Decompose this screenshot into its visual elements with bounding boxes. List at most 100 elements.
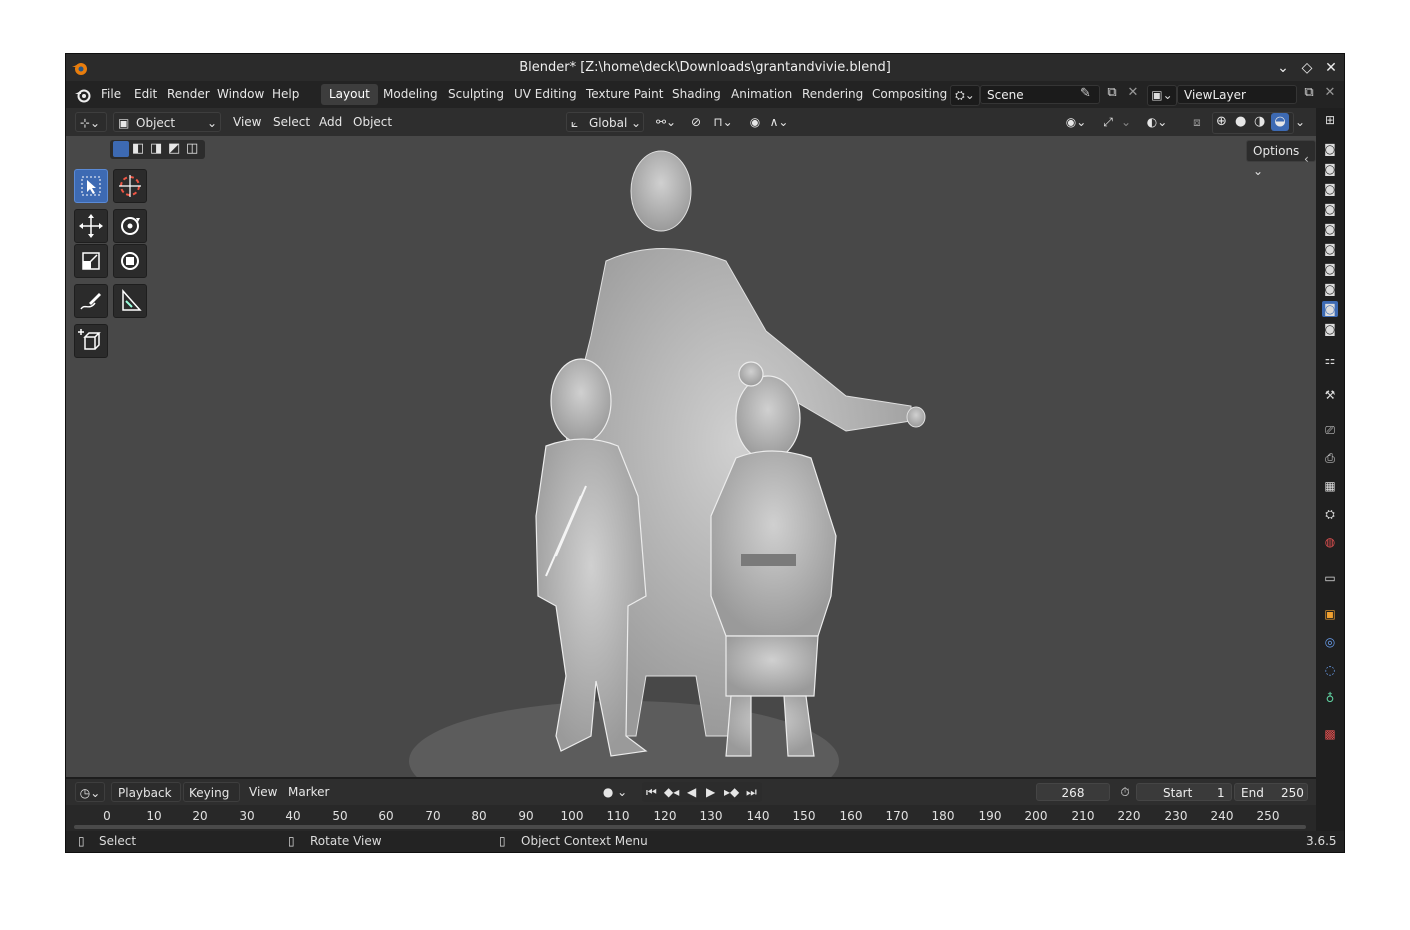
record-icon[interactable]: ● ⌄ <box>597 782 633 802</box>
3d-viewport[interactable]: ◧ ◨ ◩ ◫ Options ⌄ ‹ <box>66 136 1316 777</box>
viewport-menu-select[interactable]: Select <box>273 112 310 132</box>
modifier-icon[interactable]: ◎ <box>1322 634 1338 650</box>
menu-render[interactable]: Render <box>167 87 210 101</box>
tab-compositing[interactable]: Compositing <box>864 84 955 105</box>
tab-texture-paint[interactable]: Texture Paint <box>578 84 671 105</box>
view-layer-name-field[interactable]: ViewLayer <box>1177 85 1297 104</box>
new-scene-icon[interactable]: ⧉ <box>1103 85 1121 103</box>
editor-type-dropdown[interactable]: ⊹⌄ <box>75 112 107 132</box>
end-frame-field[interactable]: End 250 <box>1234 783 1308 801</box>
blender-menu-icon[interactable] <box>74 86 92 104</box>
editor-type-icon[interactable]: ⊞ <box>1322 112 1338 128</box>
snap-icon[interactable]: ⊘ <box>686 112 706 132</box>
texture-icon[interactable]: ▩ <box>1322 726 1338 742</box>
mode-dropdown[interactable]: ▣ Object Mode ⌄ <box>113 112 221 150</box>
material-shading-icon[interactable]: ◑ <box>1254 114 1265 129</box>
prev-keyframe-icon[interactable]: ◆◂ <box>664 782 679 802</box>
data-icon[interactable]: ♁ <box>1322 690 1338 706</box>
play-icon[interactable]: ▶ <box>706 782 715 802</box>
view-layer-selector-icon[interactable]: ▣⌄ <box>1147 85 1177 106</box>
sidebar-toggle-icon[interactable]: ‹ <box>1304 152 1309 166</box>
camera-icon[interactable]: ◙ <box>1322 301 1338 317</box>
camera-icon[interactable]: ◙ <box>1322 241 1338 257</box>
close-icon[interactable]: ✕ <box>1321 58 1341 78</box>
timeline-scrollbar[interactable] <box>74 825 1306 829</box>
viewport-menu-object[interactable]: Object <box>353 112 392 132</box>
add-cube-tool[interactable] <box>74 324 108 358</box>
snap-target-icon[interactable]: ⊓⌄ <box>708 112 738 132</box>
frame-ruler[interactable]: 0 10 20 30 40 50 60 70 80 90 100 110 120… <box>66 805 1316 831</box>
falloff-icon[interactable]: ∧⌄ <box>766 112 792 132</box>
tab-uv-editing[interactable]: UV Editing <box>506 84 585 105</box>
select-box-tool[interactable] <box>74 169 108 203</box>
tab-animation[interactable]: Animation <box>723 84 800 105</box>
viewport-menu-add[interactable]: Add <box>319 112 342 132</box>
timeline-menu-view[interactable]: View <box>249 782 277 802</box>
tab-shading[interactable]: Shading <box>664 84 729 105</box>
minimize-icon[interactable]: ⌄ <box>1273 58 1293 78</box>
chevron-down-icon[interactable]: ⌄ <box>1120 112 1132 132</box>
view-layer-icon[interactable]: ▦ <box>1322 478 1338 494</box>
start-frame-field[interactable]: Start 1 <box>1136 783 1232 801</box>
rendered-shading-icon[interactable]: ◒ <box>1271 113 1289 131</box>
jump-end-icon[interactable]: ⏭ <box>746 782 757 802</box>
select-subtract-icon[interactable]: ◨ <box>150 141 162 156</box>
next-keyframe-icon[interactable]: ▸◆ <box>724 782 739 802</box>
overlays-icon[interactable]: ◐⌄ <box>1142 112 1172 132</box>
viewport-menu-view[interactable]: View <box>233 112 261 132</box>
visibility-icon[interactable]: ◉⌄ <box>1061 112 1091 132</box>
camera-icon[interactable]: ◙ <box>1322 261 1338 277</box>
pin-icon[interactable]: ✎ <box>1080 86 1091 101</box>
output-icon[interactable]: ⎙ <box>1322 450 1338 466</box>
camera-icon[interactable]: ◙ <box>1322 141 1338 157</box>
shading-options-icon[interactable]: ⌄ <box>1292 112 1308 132</box>
play-reverse-icon[interactable]: ◀ <box>687 782 696 802</box>
select-intersect-icon[interactable]: ◫ <box>186 141 198 156</box>
wireframe-shading-icon[interactable]: ⊕ <box>1216 114 1227 129</box>
tool-settings-icon[interactable]: ⚏ <box>1322 352 1338 368</box>
character-model[interactable] <box>406 136 926 777</box>
select-new-icon[interactable] <box>113 141 129 157</box>
pivot-point-icon[interactable]: ⚯⌄ <box>652 112 680 132</box>
camera-icon[interactable]: ◙ <box>1322 321 1338 337</box>
annotate-tool[interactable] <box>74 284 108 318</box>
rotate-tool[interactable] <box>113 209 147 243</box>
tab-modeling[interactable]: Modeling <box>375 84 446 105</box>
current-frame-field[interactable]: 268 <box>1036 783 1110 801</box>
cursor-tool[interactable] <box>113 169 147 203</box>
playback-dropdown[interactable]: Playback ⌄ <box>111 782 181 820</box>
world-icon[interactable]: ◍ <box>1322 534 1338 550</box>
stopwatch-icon[interactable]: ⏱ <box>1116 782 1134 802</box>
timeline-menu-marker[interactable]: Marker <box>288 782 329 802</box>
camera-icon[interactable]: ◙ <box>1322 161 1338 177</box>
scale-tool[interactable] <box>74 244 108 278</box>
tab-layout[interactable]: Layout <box>321 84 378 105</box>
solid-shading-icon[interactable]: ● <box>1235 114 1246 129</box>
menu-file[interactable]: File <box>101 87 121 101</box>
delete-view-layer-icon[interactable]: ✕ <box>1321 85 1339 103</box>
select-invert-icon[interactable]: ◩ <box>168 141 180 156</box>
delete-scene-icon[interactable]: ✕ <box>1124 85 1142 103</box>
orientation-dropdown[interactable]: ⟀ Global ⌄ <box>566 112 644 132</box>
timeline-editor-icon[interactable]: ◷⌄ <box>75 782 105 802</box>
menu-window[interactable]: Window <box>217 87 264 101</box>
select-extend-icon[interactable]: ◧ <box>132 141 144 156</box>
camera-icon[interactable]: ◙ <box>1322 221 1338 237</box>
new-view-layer-icon[interactable]: ⧉ <box>1300 85 1318 103</box>
tab-sculpting[interactable]: Sculpting <box>440 84 512 105</box>
tab-rendering[interactable]: Rendering <box>794 84 871 105</box>
render-icon[interactable]: ⎚ <box>1322 422 1338 438</box>
camera-icon[interactable]: ◙ <box>1322 181 1338 197</box>
camera-icon[interactable]: ◙ <box>1322 201 1338 217</box>
collection-icon[interactable]: ▭ <box>1322 570 1338 586</box>
camera-icon[interactable]: ◙ <box>1322 281 1338 297</box>
keying-dropdown[interactable]: Keying ⌄ <box>183 782 240 820</box>
measure-tool[interactable] <box>113 284 147 318</box>
scene-selector-icon[interactable]: ⛭⌄ <box>950 85 980 106</box>
menu-help[interactable]: Help <box>272 87 299 101</box>
gizmo-icon[interactable]: ⤢ <box>1097 112 1119 132</box>
object-icon[interactable]: ▣ <box>1322 606 1338 622</box>
scene-icon[interactable]: ⛭ <box>1322 506 1338 522</box>
proportional-edit-icon[interactable]: ◉ <box>745 112 765 132</box>
xray-icon[interactable]: ⧈ <box>1187 112 1207 132</box>
